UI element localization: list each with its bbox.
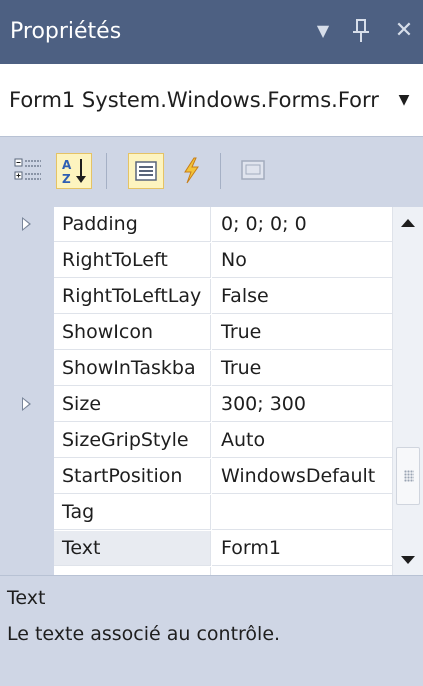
- property-row[interactable]: RightToLeftLay False: [0, 279, 392, 315]
- property-row[interactable]: ShowInTaskba True: [0, 351, 392, 387]
- property-value[interactable]: Form1: [212, 531, 392, 566]
- svg-text:Z: Z: [62, 172, 71, 186]
- row-margin: [0, 567, 54, 575]
- property-value[interactable]: No: [212, 243, 392, 278]
- property-row-selected[interactable]: Text Form1: [0, 531, 392, 567]
- properties-icon: [135, 161, 157, 181]
- property-value[interactable]: Auto: [212, 423, 392, 458]
- property-row[interactable]: SizeGripStyle Auto: [0, 423, 392, 459]
- property-name[interactable]: Padding: [54, 207, 211, 242]
- chevron-down-icon[interactable]: ▼: [392, 86, 416, 114]
- row-margin: [0, 387, 54, 423]
- row-margin: [0, 279, 54, 315]
- events-lightning-icon: [184, 157, 199, 184]
- property-row[interactable]: Size 300; 300: [0, 387, 392, 423]
- description-title: Text: [7, 587, 46, 609]
- close-icon[interactable]: ✕: [388, 14, 420, 48]
- description-pane: Text Le texte associé au contrôle.: [0, 575, 423, 686]
- row-margin: [0, 207, 54, 243]
- row-margin: [0, 459, 54, 495]
- property-value[interactable]: False: [212, 279, 392, 314]
- property-name[interactable]: RightToLeftLay: [54, 279, 211, 314]
- property-name[interactable]: Size: [54, 387, 211, 422]
- property-pages-icon: [241, 160, 265, 180]
- property-value[interactable]: [212, 495, 392, 530]
- panel-title: Propriétés: [10, 19, 122, 44]
- property-value[interactable]: 300; 300: [212, 387, 392, 422]
- property-row[interactable]: RightToLeft No: [0, 243, 392, 279]
- toolbar-separator: [106, 153, 107, 189]
- pin-icon[interactable]: [345, 14, 377, 48]
- toolbar-separator: [220, 153, 221, 189]
- scroll-down-icon[interactable]: [401, 556, 415, 564]
- property-value[interactable]: 0; 0; 0; 0: [212, 207, 392, 242]
- property-row[interactable]: Tag: [0, 495, 392, 531]
- categorized-button[interactable]: [11, 153, 47, 189]
- scroll-up-icon[interactable]: [401, 219, 415, 227]
- description-text: Le texte associé au contrôle.: [7, 623, 281, 645]
- window-position-dropdown-icon[interactable]: ▼: [307, 14, 339, 48]
- expand-arrow-icon[interactable]: [22, 397, 31, 411]
- categorized-icon: [14, 158, 41, 180]
- property-value[interactable]: True: [212, 351, 392, 386]
- row-margin: [0, 243, 54, 279]
- property-row[interactable]: TopMost False: [0, 567, 392, 575]
- object-selector-value: Form1 System.Windows.Forms.Forr: [9, 88, 379, 112]
- property-name[interactable]: ShowInTaskba: [54, 351, 211, 386]
- grip-icon: [404, 470, 414, 482]
- property-name[interactable]: RightToLeft: [54, 243, 211, 278]
- property-row[interactable]: StartPosition WindowsDefault: [0, 459, 392, 495]
- alphabetical-sort-icon: A Z: [62, 158, 86, 186]
- property-name[interactable]: Text: [54, 531, 211, 566]
- property-grid: Padding 0; 0; 0; 0 RightToLeft No RightT…: [0, 207, 392, 575]
- property-row[interactable]: Padding 0; 0; 0; 0: [0, 207, 392, 243]
- properties-button[interactable]: [128, 153, 164, 189]
- property-value[interactable]: False: [212, 567, 392, 575]
- scrollbar-thumb[interactable]: [396, 447, 420, 505]
- property-name[interactable]: ShowIcon: [54, 315, 211, 350]
- row-margin: [0, 495, 54, 531]
- events-button[interactable]: [174, 153, 210, 189]
- alphabetical-button[interactable]: A Z: [56, 153, 92, 189]
- property-name[interactable]: StartPosition: [54, 459, 211, 494]
- object-selector[interactable]: Form1 System.Windows.Forms.Forr ▼: [0, 64, 423, 137]
- property-pages-button[interactable]: [236, 153, 272, 189]
- row-margin: [0, 315, 54, 351]
- property-row[interactable]: ShowIcon True: [0, 315, 392, 351]
- properties-toolbar: A Z: [0, 137, 423, 207]
- property-name[interactable]: Tag: [54, 495, 211, 530]
- properties-panel: Propriétés ▼ ✕ Form1 System.Windows.Form…: [0, 0, 423, 686]
- row-margin: [0, 423, 54, 459]
- property-value[interactable]: WindowsDefault: [212, 459, 392, 494]
- vertical-scrollbar[interactable]: [392, 207, 423, 575]
- row-margin: [0, 531, 54, 567]
- property-name[interactable]: TopMost: [54, 567, 211, 575]
- svg-text:A: A: [62, 158, 72, 172]
- expand-arrow-icon[interactable]: [22, 217, 31, 231]
- title-bar: Propriétés ▼ ✕: [0, 0, 423, 64]
- row-margin: [0, 351, 54, 387]
- property-name[interactable]: SizeGripStyle: [54, 423, 211, 458]
- property-value[interactable]: True: [212, 315, 392, 350]
